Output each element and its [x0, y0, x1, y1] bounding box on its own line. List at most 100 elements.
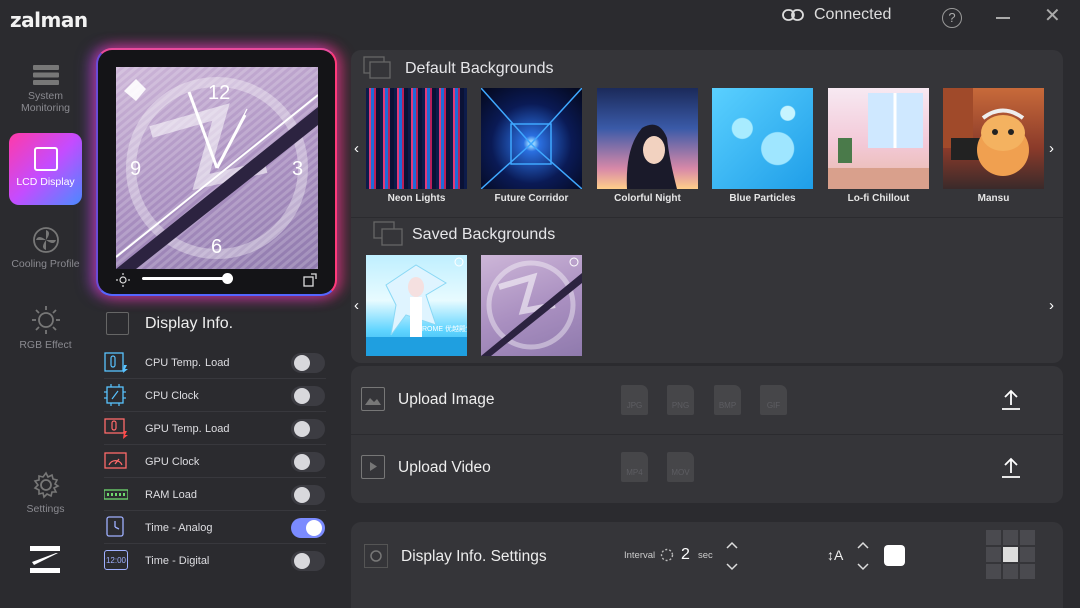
clock-face-graphic: 12 9 3 6 — [116, 67, 318, 269]
bmp-format-icon: BMP — [714, 385, 741, 415]
display-info-row-time-analog: Time - Analog — [104, 512, 326, 544]
background-thumb-blue-particles[interactable] — [712, 88, 813, 189]
font-size-icon: ↕A — [827, 547, 844, 563]
text-position-grid[interactable] — [986, 530, 1035, 580]
interval-unit: sec — [698, 550, 713, 561]
sidebar-item-rgb-effect[interactable]: RGB Effect — [9, 305, 82, 351]
settings-gear-icon — [364, 544, 388, 568]
thumb-label: Neon Lights — [387, 193, 446, 204]
minimize-button[interactable] — [996, 8, 1012, 26]
background-thumb-neon-lights[interactable] — [366, 88, 467, 189]
default-backgrounds-icon — [363, 56, 391, 79]
brand-logo: zalman — [10, 8, 88, 32]
position-cell[interactable] — [1020, 547, 1035, 562]
saved-thumb-clock-wallpaper[interactable] — [481, 255, 582, 356]
display-info-row-gpu-clock: GPU Clock — [104, 446, 326, 478]
position-cell[interactable] — [986, 564, 1001, 579]
background-thumb-colorful-night[interactable] — [597, 88, 698, 189]
upload-image-button[interactable] — [1001, 389, 1021, 411]
gif-format-icon: GIF — [760, 385, 787, 415]
ram-icon — [104, 489, 128, 500]
saved-prev-arrow[interactable]: ‹ — [354, 297, 359, 314]
backgrounds-panel: Default Backgrounds ‹ › Neon Lights Futu… — [351, 50, 1063, 363]
brightness-slider-handle[interactable] — [222, 273, 233, 284]
cooling-fan-icon — [32, 227, 59, 253]
close-button[interactable]: ✕ — [1044, 6, 1062, 26]
gpu-temp-icon — [104, 418, 128, 439]
sidebar-item-label: Cooling Profile — [11, 258, 80, 270]
sidebar-item-label: LCD Display — [16, 176, 75, 188]
gpu-clock-icon — [104, 452, 127, 469]
interval-spinner-icon — [660, 548, 674, 562]
saved-backgrounds-title: Saved Backgrounds — [412, 226, 556, 243]
zalman-logo-icon — [30, 546, 60, 573]
connection-label: Connected — [814, 6, 892, 23]
sidebar-item-label: System Monitoring — [20, 90, 71, 114]
position-cell[interactable] — [986, 530, 1001, 545]
row-label: Time - Analog — [145, 522, 213, 534]
rotate-screen-icon[interactable] — [303, 273, 317, 287]
saved-thumb-anime[interactable]: ROME 优越殿堂 — [366, 255, 467, 356]
digital-clock-icon: 12:00 — [104, 550, 128, 570]
clock-number: 9 — [130, 158, 141, 180]
font-size-stepper[interactable] — [856, 541, 870, 571]
thumb-label: Future Corridor — [494, 193, 569, 204]
position-cell-selected[interactable] — [1003, 547, 1018, 562]
sidebar-item-cooling-profile[interactable]: Cooling Profile — [9, 226, 82, 270]
row-label: CPU Temp. — [145, 357, 202, 369]
text-color-swatch[interactable] — [884, 545, 905, 566]
sidebar-item-lcd-display[interactable]: LCD Display — [9, 133, 82, 205]
time-digital-toggle[interactable] — [291, 551, 325, 571]
time-analog-toggle[interactable] — [291, 518, 325, 538]
thumb-label: Mansu — [977, 193, 1010, 204]
thumb-label: Lo-fi Chillout — [847, 193, 910, 204]
section-divider — [351, 217, 1063, 218]
display-info-row-time-digital: 12:00 Time - Digital — [104, 545, 326, 577]
row-label: GPU Clock — [145, 456, 200, 468]
position-cell[interactable] — [1003, 564, 1018, 579]
sidebar-item-settings[interactable]: Settings — [9, 471, 82, 515]
sidebar-item-label: Settings — [26, 503, 65, 515]
saved-next-arrow[interactable]: › — [1049, 297, 1054, 314]
background-thumb-future-corridor[interactable] — [481, 88, 582, 189]
help-icon[interactable]: ? — [942, 8, 962, 28]
brightness-slider-track[interactable] — [142, 277, 232, 280]
position-cell[interactable] — [1020, 564, 1035, 579]
lcd-preview: 12 9 3 6 — [96, 48, 337, 296]
background-thumb-mansu[interactable] — [943, 88, 1044, 189]
png-format-icon: PNG — [667, 385, 694, 415]
mov-format-icon: MOV — [667, 452, 694, 482]
cpu-clock-toggle[interactable] — [291, 386, 325, 406]
default-prev-arrow[interactable]: ‹ — [354, 140, 359, 157]
ram-load-toggle[interactable] — [291, 485, 325, 505]
thumb-caption: ROME 优越殿堂 — [422, 324, 467, 333]
gpu-clock-toggle[interactable] — [291, 452, 325, 472]
section-divider — [351, 434, 1063, 435]
cpu-temp-icon — [104, 352, 128, 373]
display-info-title: Display Info. — [145, 315, 234, 332]
interval-stepper[interactable] — [725, 541, 739, 571]
system-monitoring-icon — [32, 65, 59, 85]
sidebar-item-system-monitoring[interactable]: System Monitoring — [9, 64, 82, 114]
display-info-checkbox[interactable] — [106, 312, 129, 335]
gear-icon — [33, 471, 60, 499]
cpu-temp-toggle[interactable] — [291, 353, 325, 373]
cpu-clock-icon — [104, 384, 126, 406]
default-next-arrow[interactable]: › — [1049, 140, 1054, 157]
lcd-display-icon — [33, 147, 58, 171]
link-icon — [782, 9, 804, 21]
upload-panel — [351, 366, 1063, 503]
display-info-row-cpu-clock: CPU Clock — [104, 380, 326, 412]
upload-video-button[interactable] — [1001, 457, 1021, 479]
clock-number: 3 — [292, 158, 303, 180]
display-info-row-cpu-temp: CPU Temp. Load — [104, 347, 326, 379]
position-cell[interactable] — [1003, 530, 1018, 545]
upload-image-label: Upload Image — [398, 391, 495, 408]
connection-status[interactable]: Connected — [782, 6, 891, 24]
display-info-settings-title: Display Info. Settings — [401, 548, 547, 565]
clock-number: 12 — [208, 82, 230, 104]
background-thumb-lofi-chillout[interactable] — [828, 88, 929, 189]
position-cell[interactable] — [1020, 530, 1035, 545]
position-cell[interactable] — [986, 547, 1001, 562]
gpu-temp-toggle[interactable] — [291, 419, 325, 439]
